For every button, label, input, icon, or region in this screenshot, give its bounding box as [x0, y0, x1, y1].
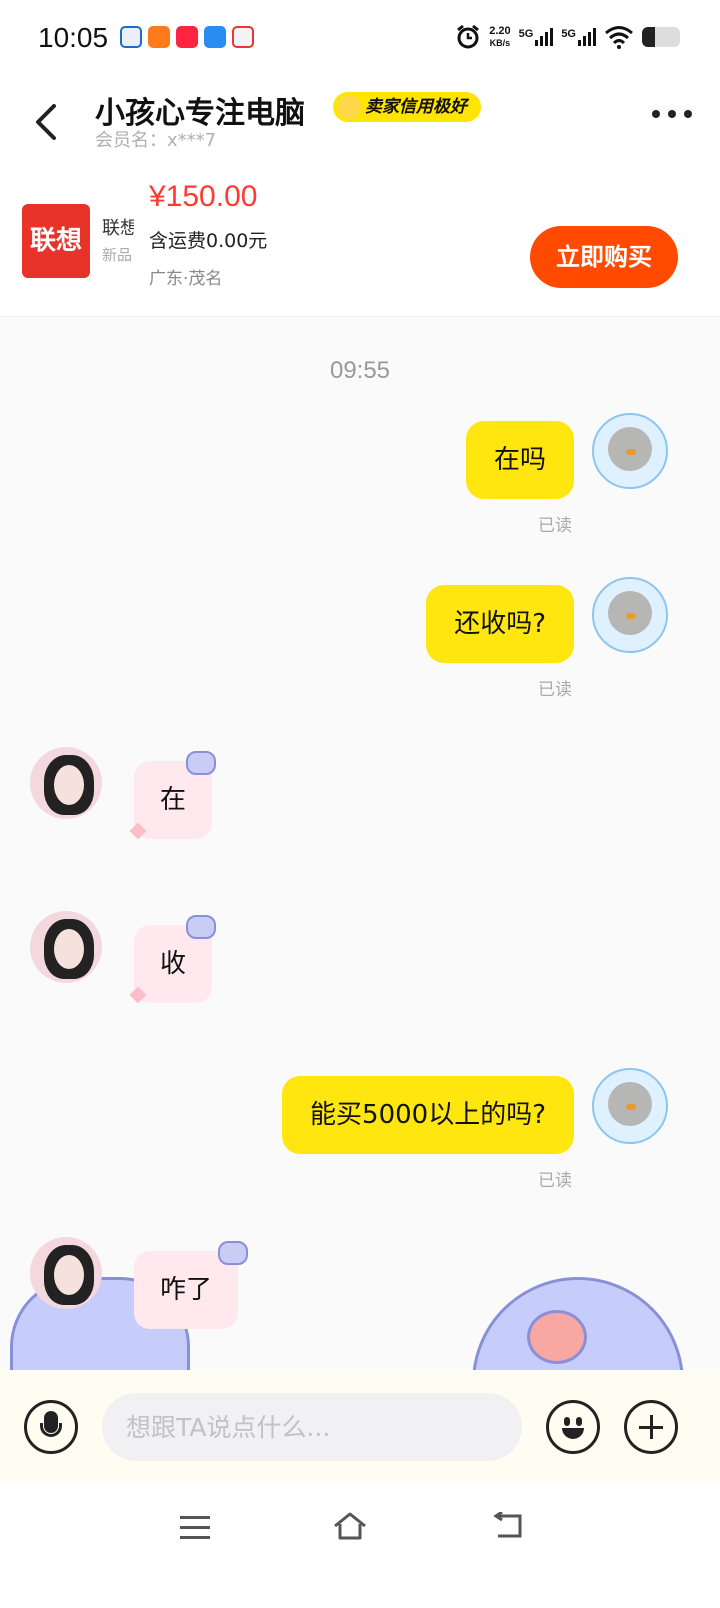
product-price: ¥150.00	[149, 180, 258, 213]
message-bubble[interactable]: 能买5000以上的吗?	[282, 1076, 574, 1154]
chat-header: 小孩心专注电脑 卖家信用极好 会员名：x***7	[0, 84, 720, 154]
telecom-app-icon	[120, 26, 142, 48]
alarm-icon	[457, 24, 480, 49]
thumb-subtitle: 新品	[102, 246, 133, 264]
network-speed: 2.20 KB/s	[489, 25, 510, 49]
credit-badge-label: 卖家信用极好	[365, 97, 467, 117]
network-speed-unit: KB/s	[489, 38, 511, 48]
signal-sim1: 5G	[519, 28, 554, 46]
back-icon[interactable]	[30, 102, 60, 142]
menu-icon[interactable]	[180, 1516, 210, 1540]
my-avatar[interactable]	[592, 413, 668, 489]
sim1-label: 5G	[518, 28, 534, 40]
my-avatar[interactable]	[592, 1068, 668, 1144]
system-nav-bar	[0, 1482, 720, 1608]
status-time: 10:05	[38, 22, 109, 53]
message-bubble[interactable]: 在吗	[465, 421, 574, 499]
wifi-icon	[605, 26, 633, 49]
shark-sticker-decoration	[472, 1277, 684, 1370]
game-app-icon	[232, 26, 254, 48]
shopping-app-icon	[148, 26, 170, 48]
buy-now-button[interactable]: 立即购买	[530, 226, 678, 288]
sim2-label: 5G	[561, 28, 576, 40]
bubble-decoration-icon	[186, 915, 216, 939]
seller-avatar[interactable]	[26, 741, 112, 827]
network-speed-value: 2.20	[489, 25, 511, 37]
credit-badge[interactable]: 卖家信用极好	[333, 92, 481, 122]
thumb-title: 联想	[102, 218, 134, 239]
back-nav-icon[interactable]	[492, 1512, 524, 1540]
read-receipt: 已读	[538, 516, 572, 536]
message-outgoing[interactable]: 在吗	[465, 421, 574, 499]
signal-bars-icon	[535, 28, 554, 46]
home-icon[interactable]	[332, 1510, 368, 1542]
battery-icon	[642, 27, 680, 47]
chat-timestamp: 09:55	[329, 357, 391, 384]
more-icon[interactable]	[652, 110, 692, 118]
battery-level	[642, 27, 656, 47]
read-receipt: 已读	[538, 680, 572, 700]
message-input[interactable]	[102, 1393, 522, 1461]
chat-app-icon	[204, 26, 226, 48]
message-outgoing[interactable]: 能买5000以上的吗?	[282, 1076, 574, 1154]
product-location: 广东·茂名	[149, 269, 223, 289]
signal-sim2: 5G	[561, 28, 596, 46]
input-bar	[0, 1370, 720, 1482]
emoji-icon[interactable]	[546, 1400, 600, 1454]
notification-icons	[120, 26, 254, 48]
read-receipt: 已读	[538, 1171, 572, 1191]
product-thumbnail[interactable]: 联想 联想 新品	[22, 200, 134, 282]
my-avatar[interactable]	[592, 577, 668, 653]
plus-icon[interactable]	[624, 1400, 678, 1454]
product-card[interactable]: 联想 联想 新品 ¥150.00 含运费0.00元 广东·茂名 立即购买	[0, 168, 720, 317]
bubble-decoration-icon	[218, 1241, 248, 1265]
shipping-info: 含运费0.00元	[149, 230, 268, 252]
lenovo-logo: 联想	[22, 204, 90, 278]
status-bar: 10:05 2.20 KB/s 5G 5G	[0, 0, 720, 84]
sunglasses-face-icon	[337, 95, 361, 119]
message-outgoing[interactable]: 还收吗?	[426, 585, 574, 663]
chat-area[interactable]: 09:55 在吗 已读 还收吗? 已读 在 收 能买5000以上的吗? 已读 咋…	[0, 317, 720, 1370]
bubble-decoration-icon	[186, 751, 216, 775]
seller-avatar[interactable]	[26, 1231, 112, 1317]
member-name: 会员名：x***7	[95, 130, 217, 151]
xiaohongshu-app-icon	[176, 26, 198, 48]
message-bubble[interactable]: 还收吗?	[426, 585, 574, 663]
status-indicators: 2.20 KB/s 5G 5G	[455, 24, 680, 50]
mic-icon[interactable]	[24, 1400, 78, 1454]
seller-avatar[interactable]	[26, 905, 112, 991]
signal-bars-icon	[578, 28, 596, 46]
